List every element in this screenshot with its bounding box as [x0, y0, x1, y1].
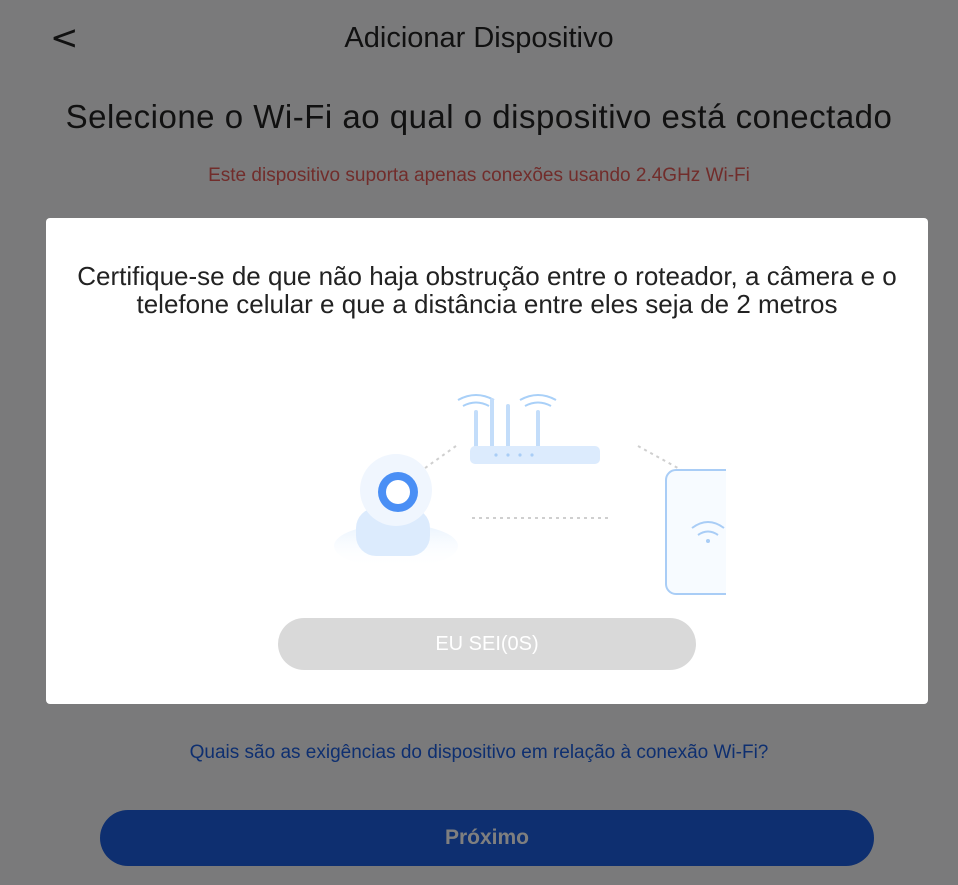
dialog-message: Certifique-se de que não haja obstrução … [77, 261, 897, 319]
phone-icon [665, 469, 726, 595]
camera-icon [334, 454, 458, 568]
confirm-button[interactable]: EU SEI(0S) [278, 618, 696, 670]
device-placement-illustration [334, 394, 726, 595]
placement-tip-dialog: Certifique-se de que não haja obstrução … [46, 218, 928, 704]
app-screen: < Adicionar Dispositivo Selecione o Wi-F… [0, 0, 958, 885]
router-icon [457, 394, 600, 464]
